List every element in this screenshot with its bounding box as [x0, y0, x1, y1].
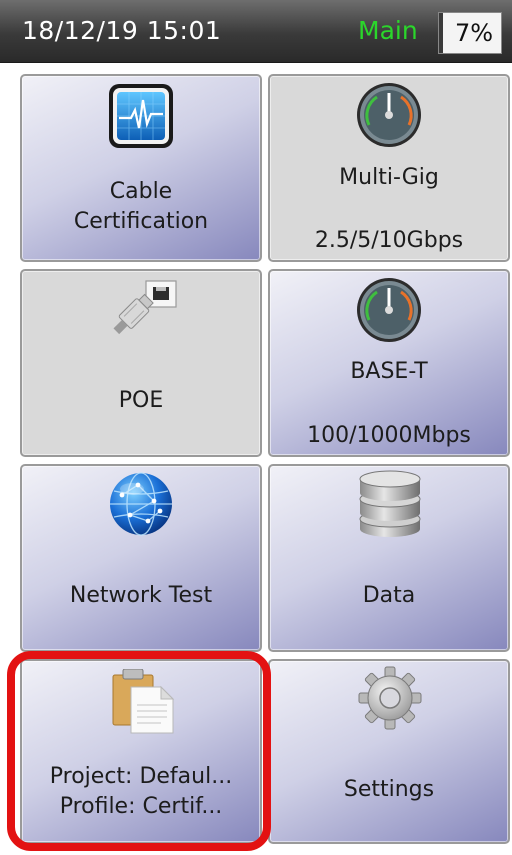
data-tile[interactable]: Data — [268, 464, 510, 652]
settings-title: Settings — [343, 777, 435, 802]
base-t-tile[interactable]: BASE-T 100/1000Mbps — [268, 269, 510, 457]
status-bar: 18/12/19 15:01 Main 7% — [0, 0, 512, 63]
cable-analyzer-icon — [109, 84, 173, 148]
multi-gig-tile[interactable]: Multi-Gig 2.5/5/10Gbps — [268, 74, 510, 262]
settings-tile[interactable]: Settings — [268, 659, 510, 844]
project-profile-tile[interactable]: Project: Defaul... Profile: Certif... — [20, 659, 262, 844]
cable-certification-label-line1: Cable — [109, 179, 173, 204]
cable-certification-label-line2: Certification — [73, 209, 209, 234]
multi-gig-speed: 2.5/5/10Gbps — [314, 228, 464, 253]
base-t-title: BASE-T — [350, 359, 428, 384]
speedometer-icon — [357, 278, 421, 342]
main-menu-grid: Cable Certification Multi-Gig 2.5/5/10Gb… — [0, 62, 512, 855]
cable-certification-tile[interactable]: Cable Certification — [20, 74, 262, 262]
base-t-speed: 100/1000Mbps — [307, 423, 471, 448]
project-label: Project: Defaul... — [49, 764, 233, 789]
clipboard-document-icon — [112, 669, 175, 734]
profile-label: Profile: Certif... — [59, 794, 223, 819]
battery-percent-label: 7% — [455, 19, 494, 47]
ethernet-plug-icon — [113, 280, 177, 335]
data-title: Data — [362, 583, 416, 608]
battery-level-fill — [439, 13, 444, 53]
database-icon — [359, 470, 421, 537]
battery-indicator: 7% — [438, 12, 502, 54]
speedometer-icon — [357, 83, 421, 147]
network-test-tile[interactable]: Network Test — [20, 464, 262, 652]
network-test-title: Network Test — [69, 583, 213, 608]
poe-title: POE — [118, 388, 164, 413]
poe-tile[interactable]: POE — [20, 269, 262, 457]
multi-gig-title: Multi-Gig — [339, 165, 439, 190]
status-mode-label: Main — [358, 16, 418, 45]
globe-icon — [110, 472, 172, 536]
status-datetime: 18/12/19 15:01 — [22, 16, 222, 45]
gear-icon — [358, 666, 422, 730]
